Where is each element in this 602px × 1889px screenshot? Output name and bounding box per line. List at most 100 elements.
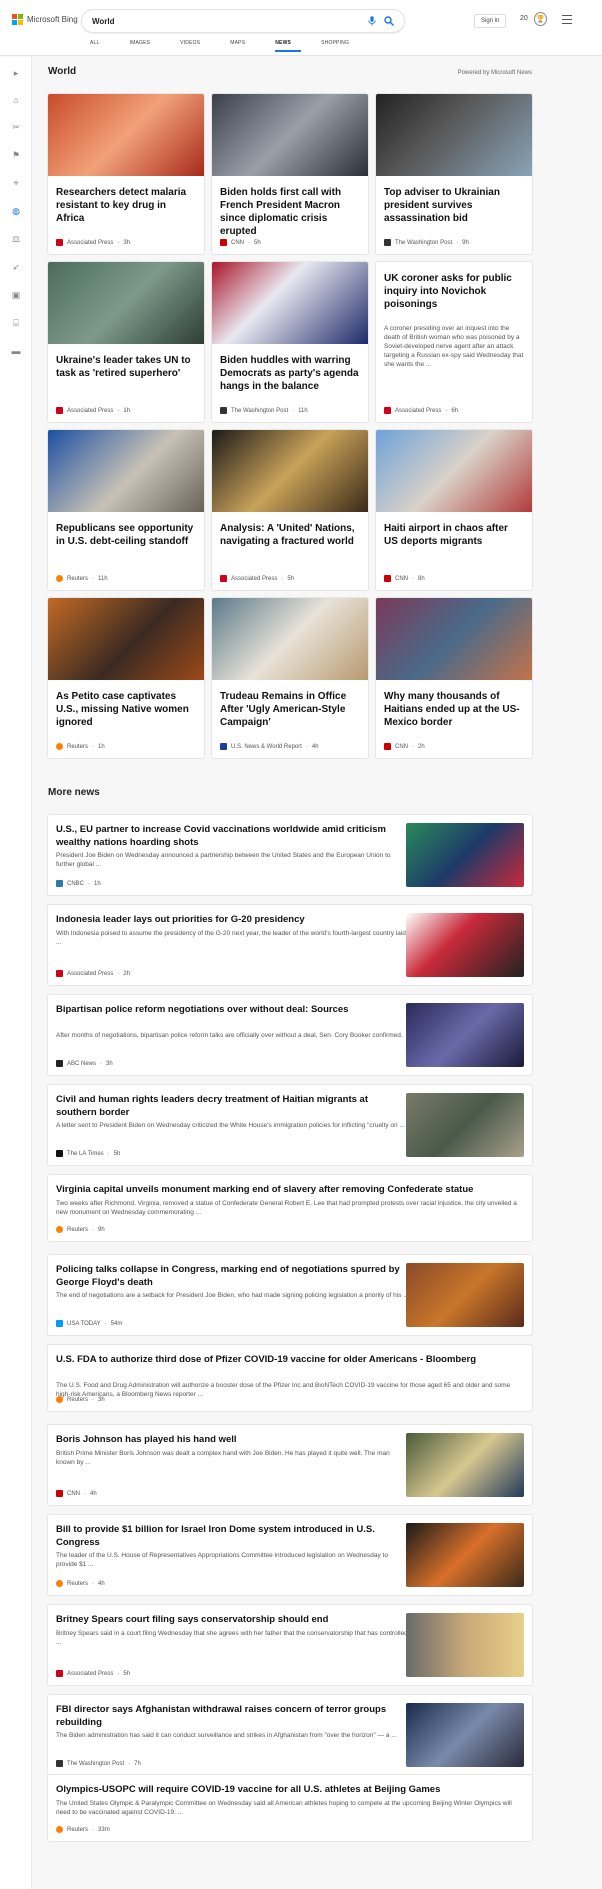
news-card[interactable]: Researchers detect malaria resistant to … bbox=[48, 94, 204, 254]
search-icon[interactable] bbox=[384, 16, 394, 26]
source-name: Reuters bbox=[67, 743, 89, 750]
news-card-title[interactable]: Top adviser to Ukrainian president survi… bbox=[384, 186, 524, 225]
tab-images[interactable]: IMAGES bbox=[130, 40, 161, 52]
source-logo-icon bbox=[220, 743, 227, 750]
news-card-title[interactable]: UK coroner asks for public inquiry into … bbox=[384, 272, 524, 311]
more-news-title[interactable]: Civil and human rights leaders decry tre… bbox=[56, 1093, 410, 1119]
more-news-thumbnail[interactable] bbox=[406, 1523, 524, 1587]
search-input[interactable] bbox=[92, 16, 368, 26]
news-card-title[interactable]: Trudeau Remains in Office After 'Ugly Am… bbox=[220, 690, 360, 729]
source-time: 3h bbox=[98, 1396, 105, 1403]
more-news-item[interactable]: Boris Johnson has played his hand well Br… bbox=[48, 1425, 532, 1505]
microphone-icon[interactable] bbox=[368, 16, 376, 26]
more-news-title[interactable]: Virginia capital unveils monument markin… bbox=[56, 1183, 524, 1196]
more-news-item[interactable]: Bill to provide $1 billion for Israel Ir… bbox=[48, 1515, 532, 1595]
more-news-thumbnail[interactable] bbox=[406, 1433, 524, 1497]
scissors-icon[interactable]: ✂ bbox=[10, 121, 22, 133]
film-icon[interactable]: ▣ bbox=[10, 289, 22, 301]
more-news-item[interactable]: U.S. FDA to authorize third dose of Pfiz… bbox=[48, 1345, 532, 1411]
more-news-item[interactable]: FBI director says Afghanistan withdrawal… bbox=[48, 1695, 532, 1775]
more-news-thumbnail[interactable] bbox=[406, 1093, 524, 1157]
globe-icon[interactable]: ◍ bbox=[10, 205, 22, 217]
separator-dot: · bbox=[92, 1826, 95, 1833]
expand-arrow-icon[interactable]: ▸ bbox=[10, 67, 22, 79]
news-card-title[interactable]: As Petito case captivates U.S., missing … bbox=[56, 690, 196, 729]
bing-logo[interactable]: Microsoft Bing bbox=[12, 14, 78, 25]
news-card-title[interactable]: Republicans see opportunity in U.S. debt… bbox=[56, 522, 196, 548]
source-name: ABC News bbox=[67, 1060, 97, 1067]
news-card[interactable]: Biden huddles with warring Democrats as … bbox=[212, 262, 368, 422]
more-news-item[interactable]: Indonesia leader lays out priorities for… bbox=[48, 905, 532, 985]
news-card[interactable]: Ukraine's leader takes UN to task as 're… bbox=[48, 262, 204, 422]
news-card[interactable]: Republicans see opportunity in U.S. debt… bbox=[48, 430, 204, 590]
news-card[interactable]: As Petito case captivates U.S., missing … bbox=[48, 598, 204, 758]
news-card-title[interactable]: Biden holds first call with French Presi… bbox=[220, 186, 360, 238]
rewards-trophy-icon[interactable]: 🏆 bbox=[534, 12, 547, 26]
source-logo-icon bbox=[56, 1226, 63, 1233]
more-news-title[interactable]: Indonesia leader lays out priorities for… bbox=[56, 913, 410, 926]
bank-icon[interactable]: ⌸ bbox=[10, 317, 22, 329]
more-news-title[interactable]: U.S. FDA to authorize third dose of Pfiz… bbox=[56, 1353, 524, 1366]
more-news-thumbnail[interactable] bbox=[406, 823, 524, 887]
rocket-icon[interactable]: ➶ bbox=[10, 261, 22, 273]
news-card[interactable]: Trudeau Remains in Office After 'Ugly Am… bbox=[212, 598, 368, 758]
news-card[interactable]: Top adviser to Ukrainian president survi… bbox=[376, 94, 532, 254]
news-card-title[interactable]: Why many thousands of Haitians ended up … bbox=[384, 690, 524, 729]
source-time: 1h bbox=[94, 880, 101, 887]
separator-dot: · bbox=[92, 1396, 95, 1403]
tab-shopping[interactable]: SHOPPING bbox=[321, 40, 359, 52]
more-news-item[interactable]: Olympics-USOPC will require COVID-19 vac… bbox=[48, 1775, 532, 1841]
news-card[interactable]: Why many thousands of Haitians ended up … bbox=[376, 598, 532, 758]
more-news-item[interactable]: Britney Spears court filing says conserv… bbox=[48, 1605, 532, 1685]
news-card[interactable]: UK coroner asks for public inquiry into … bbox=[376, 262, 532, 422]
tab-news[interactable]: NEWS bbox=[275, 40, 302, 52]
more-news-title[interactable]: Bipartisan police reform negotiations ov… bbox=[56, 1003, 410, 1016]
news-card-image bbox=[376, 430, 532, 512]
more-news-thumbnail[interactable] bbox=[406, 1263, 524, 1327]
more-news-item[interactable]: U.S., EU partner to increase Covid vacci… bbox=[48, 815, 532, 895]
more-news-title[interactable]: Bill to provide $1 billion for Israel Ir… bbox=[56, 1523, 410, 1549]
tab-videos[interactable]: VIDEOS bbox=[180, 40, 210, 52]
more-news-thumbnail[interactable] bbox=[406, 913, 524, 977]
more-news-title[interactable]: Olympics-USOPC will require COVID-19 vac… bbox=[56, 1783, 524, 1796]
more-news-item[interactable]: Virginia capital unveils monument markin… bbox=[48, 1175, 532, 1241]
separator-dot: · bbox=[117, 970, 120, 977]
more-news-source: Reuters · 33m bbox=[56, 1826, 110, 1833]
more-news-description: President Joe Biden on Wednesday announc… bbox=[56, 852, 391, 868]
more-news-title[interactable]: Boris Johnson has played his hand well bbox=[56, 1433, 410, 1446]
news-card-image bbox=[48, 430, 204, 512]
more-news-item[interactable]: Bipartisan police reform negotiations ov… bbox=[48, 995, 532, 1075]
tab-all[interactable]: ALL bbox=[90, 40, 110, 52]
news-card-title[interactable]: Ukraine's leader takes UN to task as 're… bbox=[56, 354, 196, 380]
more-news-title[interactable]: Policing talks collapse in Congress, mar… bbox=[56, 1263, 410, 1289]
brand-name: Microsoft Bing bbox=[27, 15, 78, 24]
news-card-title[interactable]: Researchers detect malaria resistant to … bbox=[56, 186, 196, 225]
home-icon[interactable]: ⌂ bbox=[10, 94, 22, 106]
news-card-title[interactable]: Analysis: A 'United' Nations, navigating… bbox=[220, 522, 360, 548]
sign-in-button[interactable]: Sign in bbox=[474, 14, 507, 28]
more-news-thumbnail[interactable] bbox=[406, 1703, 524, 1767]
news-card-title[interactable]: Haiti airport in chaos after US deports … bbox=[384, 522, 524, 548]
card-icon[interactable]: ▬ bbox=[10, 345, 22, 357]
news-card[interactable]: Haiti airport in chaos after US deports … bbox=[376, 430, 532, 590]
hamburger-menu-icon[interactable] bbox=[562, 15, 572, 27]
tab-maps[interactable]: MAPS bbox=[230, 40, 255, 52]
search-box[interactable] bbox=[82, 10, 404, 32]
scale-icon[interactable]: ⚖ bbox=[10, 233, 22, 245]
news-card-title[interactable]: Biden huddles with warring Democrats as … bbox=[220, 354, 360, 393]
more-news-thumbnail[interactable] bbox=[406, 1613, 524, 1677]
news-card-source: The Washington Post · 11h bbox=[220, 407, 308, 414]
more-news-item[interactable]: Policing talks collapse in Congress, mar… bbox=[48, 1255, 532, 1335]
source-time: 3h bbox=[123, 239, 131, 246]
news-card[interactable]: Analysis: A 'United' Nations, navigating… bbox=[212, 430, 368, 590]
more-news-thumbnail[interactable] bbox=[406, 1003, 524, 1067]
location-pin-icon[interactable]: ⌖ bbox=[10, 177, 22, 189]
rewards-points[interactable]: 20 bbox=[520, 15, 528, 22]
more-news-title[interactable]: U.S., EU partner to increase Covid vacci… bbox=[56, 823, 410, 849]
flag-icon[interactable]: ⚑ bbox=[10, 149, 22, 161]
news-card[interactable]: Biden holds first call with French Presi… bbox=[212, 94, 368, 254]
more-news-title[interactable]: FBI director says Afghanistan withdrawal… bbox=[56, 1703, 410, 1729]
more-news-title[interactable]: Britney Spears court filing says conserv… bbox=[56, 1613, 410, 1626]
separator-dot: · bbox=[92, 1580, 95, 1587]
more-news-item[interactable]: Civil and human rights leaders decry tre… bbox=[48, 1085, 532, 1165]
